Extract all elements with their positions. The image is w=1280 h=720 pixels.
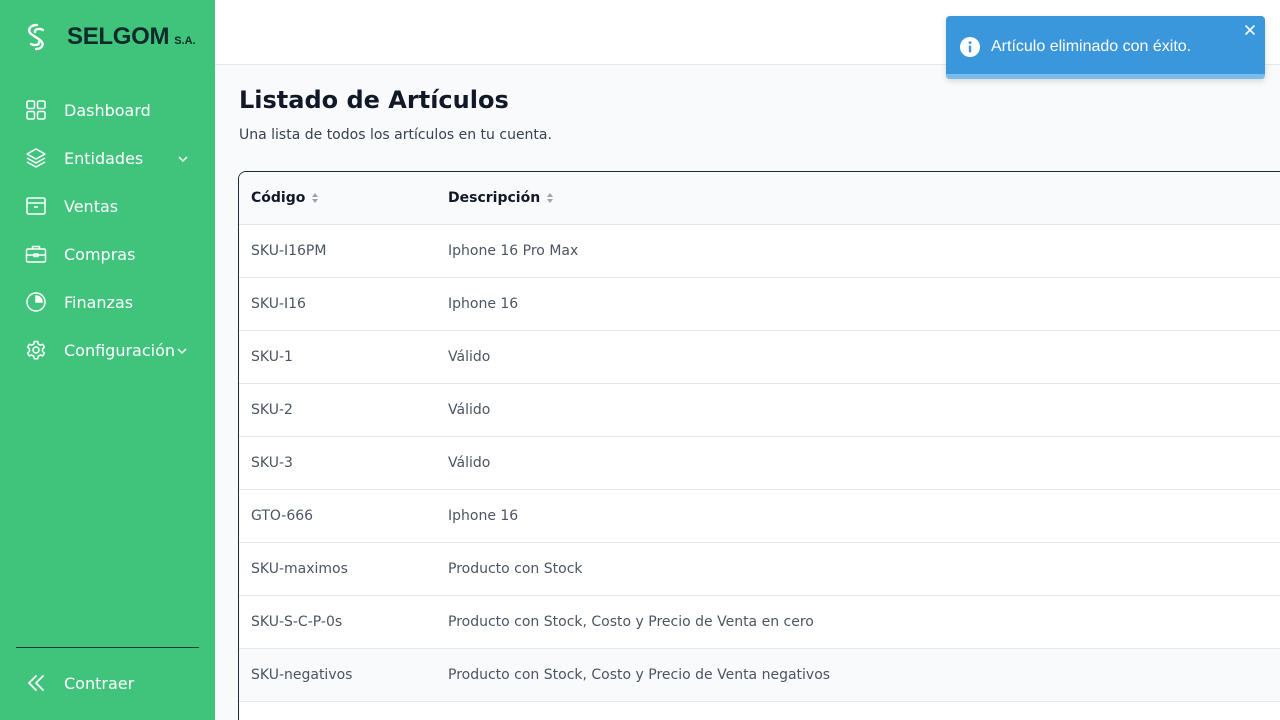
table-row[interactable]: SKU-negativos Producto con Stock, Costo … [239, 649, 1280, 702]
grid-icon [24, 98, 48, 122]
sidebar-item-label: Compras [64, 244, 136, 264]
articles-table: Código Descripción SKU-I16PM Iphone 16 P… [238, 171, 1280, 720]
chevron-double-left-icon [24, 671, 48, 695]
toast-progress-bar [946, 74, 1265, 79]
sidebar-item-label: Finanzas [64, 292, 134, 312]
cell-code: SKU-3 [251, 455, 293, 471]
table-row[interactable]: SKU-maximos Producto con Stock [239, 543, 1280, 596]
pie-chart-icon [24, 290, 48, 314]
selgom-logo-icon [24, 22, 50, 52]
cell-code: SKU-maximos [251, 561, 348, 577]
table-body: SKU-I16PM Iphone 16 Pro Max SKU-I16 Ipho… [239, 225, 1280, 702]
layers-icon [24, 146, 48, 170]
sidebar-item-compras[interactable]: Compras [16, 230, 199, 278]
sidebar-divider [16, 647, 199, 648]
brand-suffix: S.A. [174, 35, 196, 47]
sort-icon [547, 193, 554, 203]
page-header: Listado de Artículos Una lista de todos … [239, 86, 552, 143]
cell-code: SKU-2 [251, 402, 293, 418]
cell-code: GTO-666 [251, 508, 314, 524]
toast-message: Artículo eliminado con éxito. [991, 38, 1192, 55]
brand-name: SELGOM [67, 23, 170, 50]
info-icon [960, 37, 980, 57]
collapse-sidebar-button[interactable]: Contraer [24, 671, 134, 695]
cell-code: SKU-S-C-P-0s [251, 614, 343, 630]
toast-notification: Artículo eliminado con éxito. [946, 16, 1265, 79]
sidebar-item-ventas[interactable]: Ventas [16, 182, 199, 230]
cell-description: Producto con Stock, Costo y Precio de Ve… [448, 614, 814, 630]
cell-description: Válido [448, 455, 491, 471]
sidebar-item-label: Ventas [64, 196, 119, 216]
cell-description: Producto con Stock, Costo y Precio de Ve… [448, 667, 831, 683]
sidebar-nav: Dashboard Entidades Ventas Compras Finan… [16, 86, 199, 374]
collapse-label: Contraer [64, 673, 135, 693]
cell-description: Iphone 16 [448, 296, 519, 312]
sort-icon [312, 193, 319, 203]
sidebar-item-entidades[interactable]: Entidades [16, 134, 199, 182]
column-header-label: Código [251, 190, 306, 206]
cell-code: SKU-I16PM [251, 243, 327, 259]
chevron-down-icon [175, 343, 189, 357]
gear-icon [24, 338, 48, 362]
cell-description: Válido [448, 349, 491, 365]
page-title: Listado de Artículos [239, 86, 509, 114]
sidebar-item-finanzas[interactable]: Finanzas [16, 278, 199, 326]
table-row[interactable]: SKU-2 Válido [239, 384, 1280, 437]
archive-box-icon [24, 194, 48, 218]
sidebar: SELGOM S.A. Dashboard Entidades Ventas C… [0, 0, 215, 720]
cell-code: SKU-negativos [251, 667, 353, 683]
table-row[interactable]: SKU-3 Válido [239, 437, 1280, 490]
table-row[interactable]: GTO-666 Iphone 16 [239, 490, 1280, 543]
cell-description: Producto con Stock [448, 561, 583, 577]
table-row[interactable]: SKU-I16 Iphone 16 [239, 278, 1280, 331]
sidebar-item-label: Entidades [64, 148, 144, 168]
sidebar-item-label: Configuración [64, 340, 176, 360]
briefcase-icon [24, 242, 48, 266]
cell-code: SKU-1 [251, 349, 293, 365]
sidebar-item-configuracion[interactable]: Configuración [16, 326, 199, 374]
cell-code: SKU-I16 [251, 296, 306, 312]
table-row[interactable]: SKU-S-C-P-0s Producto con Stock, Costo y… [239, 596, 1280, 649]
sidebar-item-dashboard[interactable]: Dashboard [16, 86, 199, 134]
sidebar-item-label: Dashboard [64, 100, 151, 120]
table-row[interactable]: SKU-1 Válido [239, 331, 1280, 384]
column-header-label: Descripción [448, 190, 541, 206]
close-icon[interactable] [1243, 22, 1257, 36]
table-row[interactable]: SKU-I16PM Iphone 16 Pro Max [239, 225, 1280, 278]
column-header-codigo[interactable]: Código [251, 190, 319, 206]
cell-description: Iphone 16 [448, 508, 519, 524]
column-header-descripcion[interactable]: Descripción [448, 190, 554, 206]
table-header: Código Descripción [239, 172, 1280, 225]
page-subtitle: Una lista de todos los artículos en tu c… [239, 127, 552, 143]
chevron-down-icon [176, 151, 190, 165]
cell-description: Válido [448, 402, 491, 418]
brand[interactable]: SELGOM S.A. [24, 22, 196, 52]
cell-description: Iphone 16 Pro Max [448, 243, 579, 259]
